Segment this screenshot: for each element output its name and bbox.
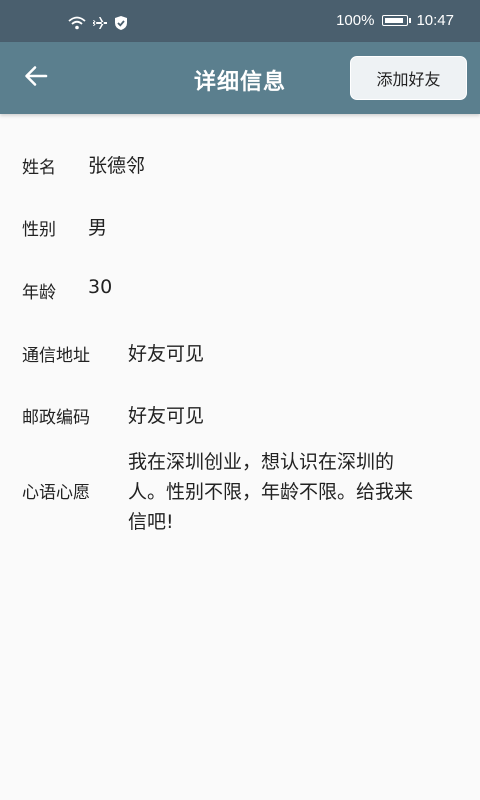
field-label: 心语心愿 [22,483,90,503]
status-icons-left [68,15,128,36]
field-label: 年龄 [22,283,56,303]
field-label: 通信地址 [22,346,90,366]
field-value-line: 信吧! [128,511,174,533]
field-value: 男 [88,217,108,239]
field-value: 30 [88,276,113,298]
add-friend-button[interactable]: 添加好友 [350,56,467,100]
field-value: 张德邻 [88,155,146,177]
field-value-line: 我在深圳创业，想认识在深圳的 [128,451,395,473]
wifi-icon [68,16,86,35]
airplane-icon [92,15,108,36]
status-bar: 100% 10:47 [0,0,480,42]
field-value-line: 人。性别不限，年龄不限。给我来 [128,481,414,503]
shield-check-icon [114,15,128,36]
battery-fill [385,18,404,23]
field-label: 邮政编码 [22,408,90,428]
field-value: 好友可见 [128,405,205,427]
battery-percent: 100% [336,12,375,29]
field-value: 好友可见 [128,343,205,365]
field-label: 性别 [22,220,56,240]
battery-charging-icon [382,15,412,26]
clock: 10:47 [416,12,454,29]
field-label: 姓名 [22,158,56,178]
app-bar: 详细信息 添加好友 [0,42,480,114]
status-icons-right: 100% 10:47 [336,12,454,29]
